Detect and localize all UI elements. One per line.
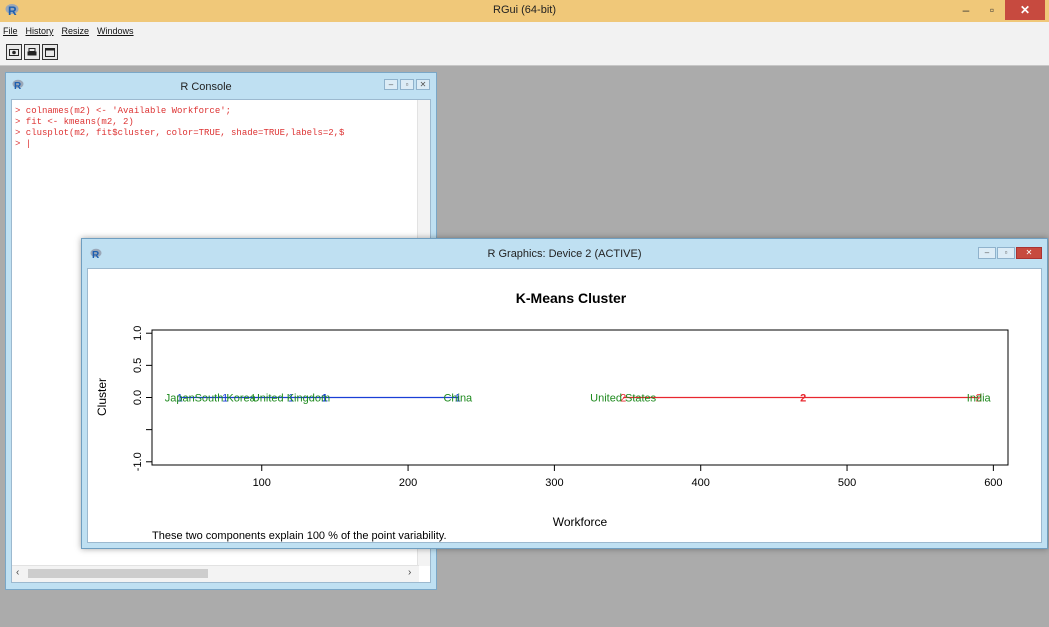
cluster-center-label: 2 <box>800 393 806 405</box>
scroll-right-icon[interactable]: › <box>408 567 411 578</box>
graphics-title: R Graphics: Device 2 (ACTIVE) <box>487 248 642 260</box>
console-window-controls: – ▫ ✕ <box>384 79 430 90</box>
variability-footnote: These two components explain 100 % of th… <box>152 530 447 542</box>
graphics-minimize-button[interactable]: – <box>978 247 996 259</box>
menu-resize[interactable]: Resize <box>62 26 90 36</box>
point-label: China <box>443 393 473 405</box>
graphics-title-bar[interactable]: R R Graphics: Device 2 (ACTIVE) – ▫ ✕ <box>82 239 1047 267</box>
x-axis: 100 200 300 400 500 600 <box>253 465 1003 489</box>
console-line: > colnames(m2) <- 'Available Workforce'; <box>15 106 232 116</box>
y-tick-label: -1.0 <box>132 452 144 471</box>
plot-area: K-Means Cluster 100 200 300 400 500 600 1.0 0.… <box>87 268 1042 543</box>
horizontal-scrollbar[interactable]: ‹ › <box>12 565 419 582</box>
y-axis-label: Cluster <box>95 378 109 416</box>
x-tick-label: 200 <box>399 477 417 489</box>
camera-icon[interactable] <box>6 44 22 60</box>
x-tick-label: 600 <box>984 477 1002 489</box>
x-tick-label: 500 <box>838 477 856 489</box>
x-axis-label: Workforce <box>553 515 608 529</box>
minimize-button[interactable]: – <box>953 0 979 20</box>
point-label: United Kingdom <box>252 393 330 405</box>
menu-bar: File History Resize Windows <box>0 22 1049 40</box>
chart-title: K-Means Cluster <box>516 290 627 306</box>
app-title-bar: R RGui (64-bit) – ▫ ✕ <box>0 0 1049 23</box>
graphics-maximize-button[interactable]: ▫ <box>997 247 1015 259</box>
console-title: R Console <box>180 81 232 93</box>
console-minimize-button[interactable]: – <box>384 79 398 90</box>
graphics-window-controls: – ▫ ✕ <box>978 247 1042 259</box>
y-tick-label: 0.5 <box>132 358 144 373</box>
console-close-button[interactable]: ✕ <box>416 79 430 90</box>
point-label: United States <box>590 393 657 405</box>
point-label: Japan <box>165 393 195 405</box>
cluster-plot: K-Means Cluster 100 200 300 400 500 600 1.0 0.… <box>95 290 1009 542</box>
menu-windows[interactable]: Windows <box>97 26 134 36</box>
y-axis: 1.0 0.5 0.0 -1.0 <box>132 326 152 471</box>
point-label: South Korea <box>195 393 257 405</box>
restore-button[interactable]: ▫ <box>979 0 1005 20</box>
toolbar <box>0 40 1049 66</box>
console-maximize-button[interactable]: ▫ <box>400 79 414 90</box>
window-icon[interactable] <box>42 44 58 60</box>
graphics-close-button[interactable]: ✕ <box>1016 247 1042 259</box>
console-title-bar[interactable]: R R Console – ▫ ✕ <box>6 73 436 99</box>
x-tick-label: 300 <box>545 477 563 489</box>
app-title: RGui (64-bit) <box>493 4 556 16</box>
window-controls: – ▫ ✕ <box>953 0 1045 20</box>
r-graphics-window[interactable]: R R Graphics: Device 2 (ACTIVE) – ▫ ✕ K-… <box>81 238 1048 549</box>
print-icon[interactable] <box>24 44 40 60</box>
y-tick-label: 1.0 <box>132 326 144 341</box>
point-label: India <box>967 393 992 405</box>
scroll-left-icon[interactable]: ‹ <box>16 567 19 578</box>
x-tick-label: 400 <box>692 477 710 489</box>
close-button[interactable]: ✕ <box>1005 0 1045 20</box>
console-prompt[interactable]: > | <box>15 139 31 149</box>
menu-history[interactable]: History <box>26 26 54 36</box>
y-tick-label: 0.0 <box>132 390 144 405</box>
console-line: > fit <- kmeans(m2, 2) <box>15 117 134 127</box>
plot-marks: 1 1 1 1 2 21 2Japan South KoreaUnited Kingdom Ch… <box>165 393 992 405</box>
console-line: > clusplot(m2, fit$cluster, color=TRUE, … <box>15 128 345 138</box>
scroll-thumb[interactable] <box>28 569 208 578</box>
x-tick-label: 100 <box>253 477 271 489</box>
menu-file[interactable]: File <box>3 26 18 36</box>
